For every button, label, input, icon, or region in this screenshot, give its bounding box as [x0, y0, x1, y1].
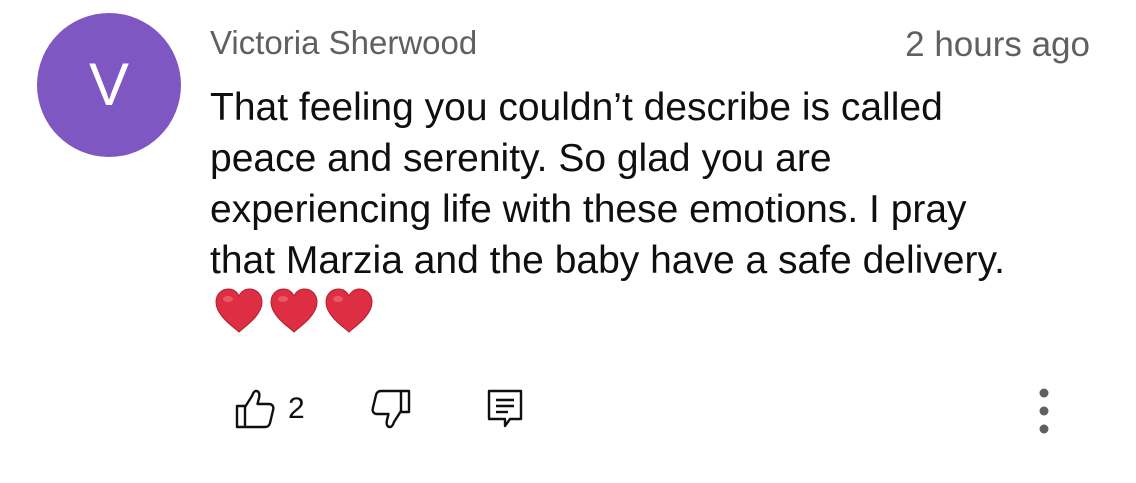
avatar-letter: V [88, 51, 130, 118]
comment-text: That feeling you couldn’t describe is ca… [210, 86, 1005, 282]
emoji-row [213, 285, 375, 337]
comment-actions: 2 [0, 380, 1136, 440]
red-heart-icon [325, 288, 373, 333]
more-vertical-icon[interactable] [1026, 384, 1062, 438]
comment-timestamp[interactable]: 2 hours ago [905, 25, 1090, 65]
like-count: 2 [288, 392, 305, 425]
red-heart-icon [270, 288, 318, 333]
thumbs-down-icon[interactable] [370, 388, 412, 430]
reply-icon[interactable] [486, 388, 524, 430]
thumbs-up-icon[interactable] [234, 388, 276, 430]
comment: V Victoria Sherwood 2 hours ago That fee… [0, 0, 1136, 483]
author-name[interactable]: Victoria Sherwood [210, 23, 477, 63]
red-heart-icon [215, 288, 263, 333]
avatar[interactable]: V [37, 13, 181, 157]
